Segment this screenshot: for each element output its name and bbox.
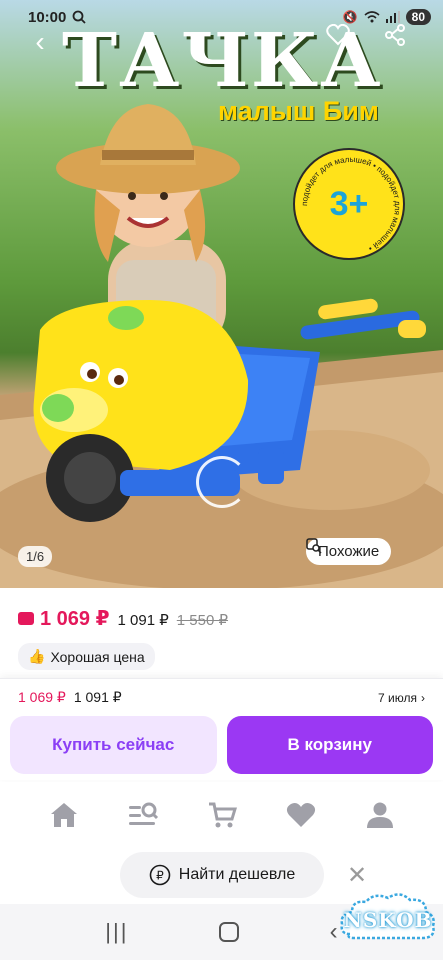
thumbs-up-icon: 👍 <box>28 648 46 664</box>
find-cheaper-button[interactable]: ₽ Найти дешевле <box>120 852 324 898</box>
price-main-wrap: 1 069 ₽ <box>18 606 110 631</box>
loading-spinner-icon <box>196 456 248 508</box>
buy-sheet: 1 069 ₽ 1 091 ₽ 7 июля › Купить сейчас В… <box>0 678 443 780</box>
age-badge-ring: подойдет для малышей • подойдет для малы… <box>300 155 402 253</box>
chevron-right-icon: › <box>421 690 425 705</box>
tab-profile[interactable] <box>360 795 400 835</box>
image-counter: 1/6 <box>18 546 53 567</box>
mute-icon: 🔇 <box>342 10 358 24</box>
price-card: 1 091 ₽ <box>117 612 169 629</box>
close-icon[interactable]: ✕ <box>344 862 370 889</box>
buy-price-main: 1 069 ₽ <box>18 689 66 705</box>
tab-cart[interactable] <box>202 795 242 835</box>
signal-icon <box>385 11 400 23</box>
delivery-date-label: 7 июля <box>378 690 417 705</box>
good-price-badge[interactable]: 👍 Хорошая цена <box>18 643 155 670</box>
cart-icon <box>208 802 237 828</box>
catalog-search-icon <box>128 802 158 825</box>
wifi-icon <box>364 11 380 23</box>
price-main: 1 069 ₽ <box>40 608 110 630</box>
profile-icon <box>366 802 393 828</box>
wallet-icon <box>18 612 34 625</box>
similar-label: Похожие <box>318 543 380 560</box>
status-time: 10:00 <box>28 8 67 26</box>
age-badge: подойдет для малышей • подойдет для малы… <box>293 148 405 260</box>
add-to-cart-button[interactable]: В корзину <box>226 716 433 774</box>
tab-favorites[interactable] <box>281 795 321 835</box>
tab-catalog[interactable] <box>123 795 163 835</box>
delivery-date[interactable]: 7 июля › <box>378 691 425 705</box>
status-bar: 10:00 🔇 80 <box>0 0 443 34</box>
home-icon <box>50 803 77 827</box>
watermark: NSKOB <box>338 890 438 950</box>
watermark-text: NSKOB <box>343 908 433 932</box>
search-icon <box>72 10 87 24</box>
good-price-label: Хорошая цена <box>50 648 145 665</box>
tab-bar <box>0 782 443 848</box>
battery-level: 80 <box>405 9 431 25</box>
hero-subtitle: малыш Бим <box>218 96 379 126</box>
price-old: 1 550 ₽ <box>176 612 229 629</box>
tab-home[interactable] <box>44 795 84 835</box>
heart-icon <box>286 803 315 827</box>
recent-apps-icon[interactable]: ||| <box>105 919 128 945</box>
product-image[interactable]: ТАЧКА малыш Бим подойдет для малышей • п… <box>0 0 443 588</box>
buy-now-button[interactable]: Купить сейчас <box>10 716 217 774</box>
price-section: 1 069 ₽ 1 091 ₽ 1 550 ₽ 👍 Хорошая цена <box>0 588 443 678</box>
similar-button[interactable]: Похожие <box>306 538 392 565</box>
back-nav-icon[interactable]: ‹ <box>330 918 338 946</box>
price-tag-icon: ₽ <box>149 864 171 886</box>
svg-text:подойдет для малышей • подойде: подойдет для малышей • подойдет для малы… <box>300 155 402 253</box>
similar-search-icon <box>306 538 322 554</box>
find-cheaper-label: Найти дешевле <box>178 866 296 883</box>
age-badge-ring-text: подойдет для малышей • подойдет для малы… <box>300 155 402 253</box>
buy-price-card: 1 091 ₽ <box>73 689 122 705</box>
home-button-icon[interactable] <box>219 922 240 942</box>
svg-text:₽: ₽ <box>156 869 164 883</box>
